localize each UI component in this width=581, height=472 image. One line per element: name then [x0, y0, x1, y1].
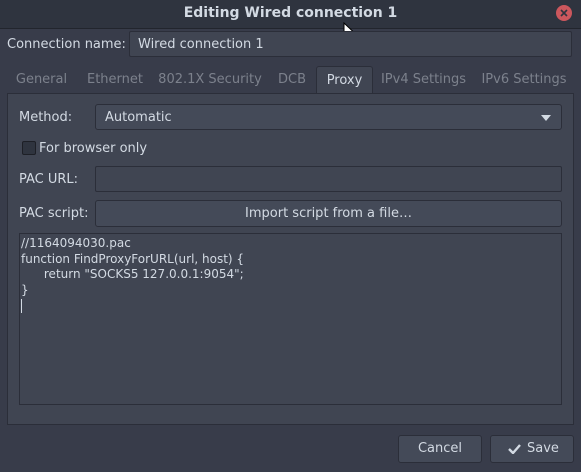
cancel-button[interactable]: Cancel: [398, 435, 482, 463]
pac-url-input[interactable]: [95, 166, 562, 192]
pac-url-label: PAC URL:: [19, 172, 79, 187]
title-bar: Editing Wired connection 1: [0, 0, 581, 29]
script-line: function FindProxyForURL(url, host) {: [21, 251, 245, 266]
tab-ipv4-settings[interactable]: IPv4 Settings: [375, 66, 472, 93]
save-label: Save: [527, 441, 559, 456]
close-button[interactable]: [556, 5, 572, 21]
tab-ethernet[interactable]: Ethernet: [78, 66, 152, 93]
text-cursor-line: [21, 298, 561, 314]
import-script-button[interactable]: Import script from a file…: [95, 200, 562, 227]
script-line: return "SOCKS5 127.0.0.1:9054";: [21, 267, 244, 281]
method-label: Method:: [19, 110, 73, 125]
window-title: Editing Wired connection 1: [183, 5, 398, 21]
tab-proxy[interactable]: Proxy: [316, 66, 373, 93]
browser-only-label[interactable]: For browser only: [39, 141, 147, 156]
pac-script-label: PAC script:: [19, 206, 89, 221]
checkmark-icon: [508, 444, 521, 454]
tab-bar: General Ethernet 802.1X Security DCB Pro…: [7, 66, 574, 93]
connection-name-input[interactable]: Wired connection 1: [129, 31, 572, 57]
chevron-down-icon: [541, 115, 551, 121]
connection-name-label: Connection name:: [7, 37, 126, 52]
tab-general[interactable]: General: [7, 66, 76, 93]
text-caret: [21, 298, 22, 313]
pac-script-editor[interactable]: //1164094030.pac function FindProxyForUR…: [19, 233, 562, 405]
close-icon: [560, 9, 568, 17]
save-button[interactable]: Save: [490, 435, 574, 463]
tab-ipv6-settings[interactable]: IPv6 Settings: [474, 66, 574, 93]
tab-dcb[interactable]: DCB: [269, 66, 315, 93]
script-line: //1164094030.pac: [21, 236, 131, 250]
script-line: }: [21, 282, 29, 297]
tab-802-1x-security[interactable]: 802.1X Security: [154, 66, 266, 93]
method-dropdown[interactable]: Automatic: [95, 104, 562, 130]
browser-only-checkbox[interactable]: [22, 141, 36, 155]
method-value: Automatic: [105, 110, 172, 125]
